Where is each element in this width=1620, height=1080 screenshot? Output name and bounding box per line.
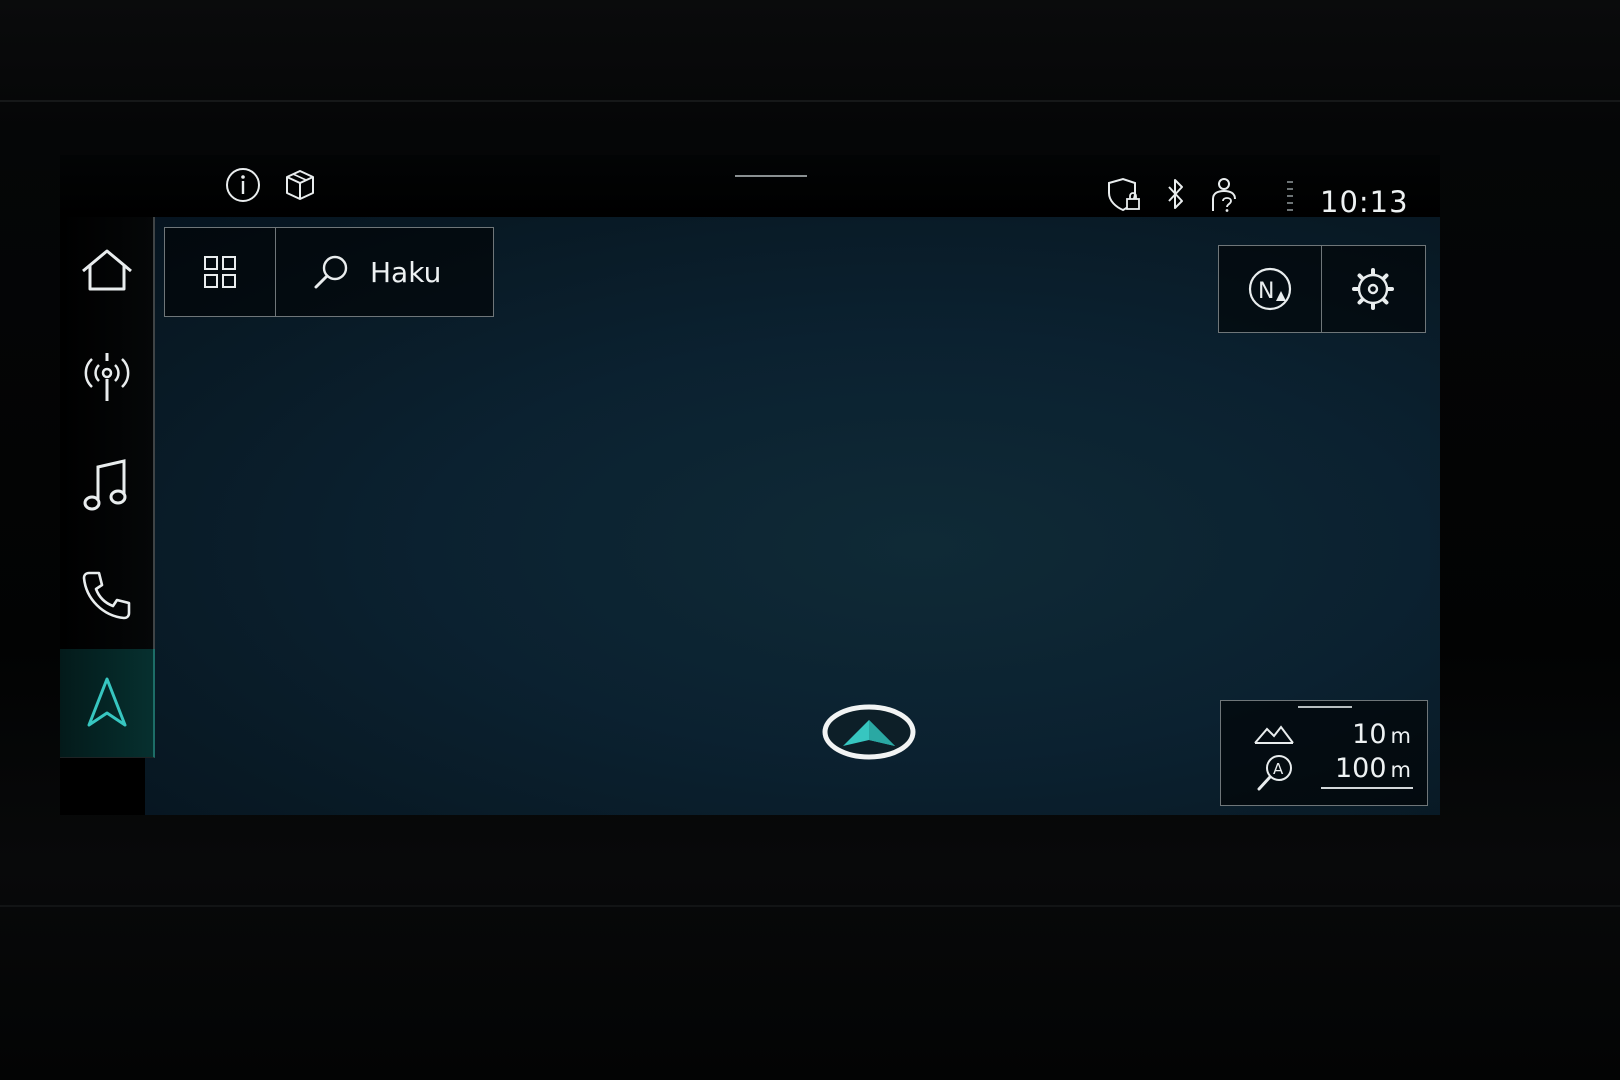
north-up-button[interactable]: N <box>1219 246 1321 332</box>
svg-text:N: N <box>1258 279 1274 304</box>
sidebar-item-music[interactable] <box>60 433 155 542</box>
pull-down-handle[interactable] <box>735 175 807 177</box>
zoom-row: A 100 m <box>1221 753 1427 791</box>
3d-box-icon[interactable] <box>282 167 318 203</box>
compass-north-icon: N <box>1248 267 1292 311</box>
user-help-icon <box>1212 178 1236 212</box>
gear-icon <box>1352 268 1394 310</box>
map-top-left-controls: Haku <box>164 227 494 317</box>
apps-grid-button[interactable] <box>165 228 275 316</box>
altitude-value: 10 m <box>1352 719 1411 750</box>
search-button[interactable]: Haku <box>275 228 491 316</box>
bluetooth-icon <box>1168 179 1183 209</box>
map-scale-panel[interactable]: 10 m A 100 m <box>1220 700 1428 806</box>
vehicle-position-icon <box>822 704 916 760</box>
navigation-arrow-icon <box>87 677 126 727</box>
sidebar-item-phone[interactable] <box>60 541 155 650</box>
search-label: Haku <box>370 255 442 289</box>
svg-text:A: A <box>1273 760 1284 778</box>
phone-icon <box>82 571 130 620</box>
sidebar-item-home[interactable] <box>60 217 155 326</box>
auto-zoom-icon: A <box>1257 755 1292 791</box>
bezel-edge <box>0 100 1620 102</box>
zoom-scale-value: 100 m <box>1334 753 1411 784</box>
signal-icon <box>1287 181 1293 211</box>
home-icon <box>81 249 132 291</box>
grid-icon <box>204 256 236 288</box>
infotainment-screen: 10:13 Haku N 10 m A 100 m <box>60 155 1440 815</box>
map-top-right-controls: N <box>1218 245 1426 333</box>
sidebar <box>60 217 155 777</box>
info-icon[interactable] <box>225 167 261 203</box>
bezel-edge-bottom <box>0 905 1620 907</box>
top-status-bar: 10:13 <box>60 155 1440 219</box>
mountain-icon <box>1254 725 1294 744</box>
map-settings-button[interactable] <box>1321 246 1424 332</box>
sidebar-item-navigation[interactable] <box>60 649 155 758</box>
shield-lock-icon <box>1108 177 1140 212</box>
antenna-icon <box>84 353 129 401</box>
altitude-row: 10 m <box>1221 717 1427 753</box>
music-note-icon <box>83 459 126 511</box>
scale-bar <box>1321 787 1413 789</box>
search-icon <box>314 255 348 289</box>
sidebar-item-radio[interactable] <box>60 325 155 434</box>
panel-handle[interactable] <box>1298 706 1352 708</box>
clock: 10:13 <box>1320 185 1409 219</box>
